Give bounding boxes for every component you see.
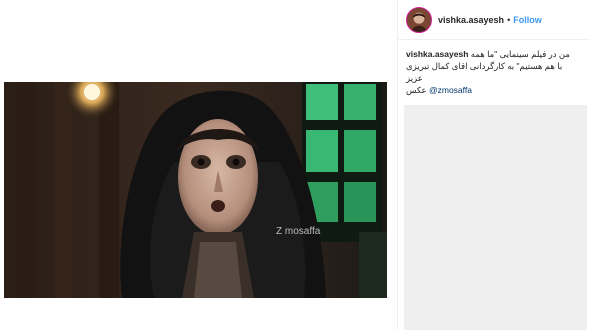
post-sidebar: vishka.asayesh • Follow vishka.asayesh م… [397,0,590,330]
caption-username-link[interactable]: vishka.asayesh [406,49,468,59]
post-photo[interactable]: Z mosaffa [4,82,387,298]
watermark-text: Z mosaffa [276,226,321,237]
caption-line-1: من در فیلم سینمایی "ما همه [470,49,570,59]
post-caption: vishka.asayesh من در فیلم سینمایی "ما هم… [406,48,584,96]
photo-image: Z mosaffa [4,82,387,298]
header-separator: • [507,14,511,25]
caption-line-3: عزیز [406,73,423,83]
caption-line-2: با هم هستیم" به کارگردانی اقای کمال تبری… [406,61,563,71]
follow-button[interactable]: Follow [513,15,542,25]
caption-credit-row: عکس @zmosaffa [406,84,584,96]
caption-row-1: vishka.asayesh من در فیلم سینمایی "ما هم… [406,48,584,60]
post-header: vishka.asayesh • Follow [398,0,590,40]
caption-mention-link[interactable]: @zmosaffa [429,85,472,95]
profile-avatar-icon[interactable] [406,6,432,33]
header-username-link[interactable]: vishka.asayesh [438,15,504,25]
post-media: Z mosaffa [0,0,397,330]
caption-credit-word: عکس [406,85,427,95]
comments-area-placeholder [404,105,587,330]
instagram-post: Z mosaffa vishka.asayesh • Follow vishka… [0,0,590,330]
